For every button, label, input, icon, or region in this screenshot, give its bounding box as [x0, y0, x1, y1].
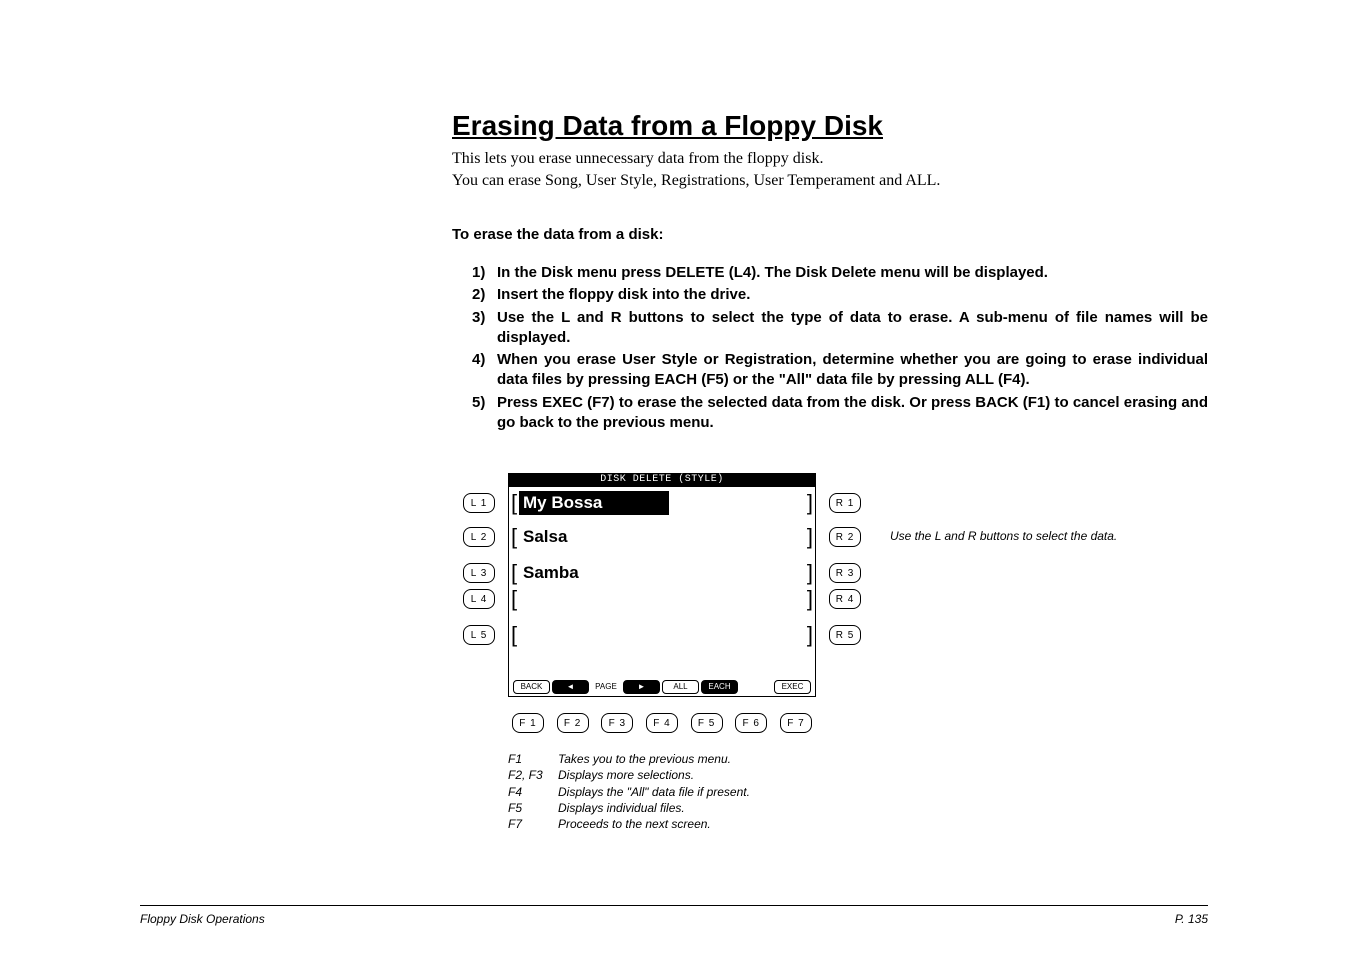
bracket-icon: ] — [807, 586, 813, 612]
list-item[interactable]: Samba — [523, 563, 579, 583]
legend-desc: Displays the "All" data file if present. — [558, 784, 750, 800]
intro-text: This lets you erase unnecessary data fro… — [452, 148, 1208, 191]
legend-key: F5 — [508, 800, 558, 816]
r1-button[interactable]: R 1 — [829, 493, 861, 513]
legend-key: F1 — [508, 751, 558, 767]
step-number: 4) — [472, 350, 497, 391]
f3-button[interactable]: F 3 — [601, 713, 633, 733]
step-text: Press EXEC (F7) to erase the selected da… — [497, 393, 1208, 434]
bracket-icon: ] — [807, 524, 813, 550]
legend-row: F2, F3 Displays more selections. — [508, 767, 862, 783]
page-footer: Floppy Disk Operations P. 135 — [140, 905, 1208, 926]
exec-soft-button[interactable]: EXEC — [774, 680, 811, 694]
f6-button[interactable]: F 6 — [735, 713, 767, 733]
bracket-icon: [ — [511, 586, 517, 612]
l5-button[interactable]: L 5 — [463, 625, 495, 645]
all-soft-button[interactable]: ALL — [662, 680, 699, 694]
step-text: Insert the floppy disk into the drive. — [497, 285, 1208, 305]
f7-button[interactable]: F 7 — [780, 713, 812, 733]
screen-body: L 1 [ My Bossa ] R 1 L 2 [ Salsa ] R 2 L… — [508, 487, 816, 677]
step-item: 1) In the Disk menu press DELETE (L4). T… — [472, 263, 1208, 283]
step-number: 1) — [472, 263, 497, 283]
screen-header: DISK DELETE (STYLE) — [508, 473, 816, 487]
page-title: Erasing Data from a Floppy Disk — [452, 110, 1208, 142]
f1-button[interactable]: F 1 — [512, 713, 544, 733]
l1-button[interactable]: L 1 — [463, 493, 495, 513]
step-item: 5) Press EXEC (F7) to erase the selected… — [472, 393, 1208, 434]
r2-button[interactable]: R 2 — [829, 527, 861, 547]
each-soft-button[interactable]: EACH — [701, 680, 738, 694]
bracket-icon: ] — [807, 490, 813, 516]
r4-button[interactable]: R 4 — [829, 589, 861, 609]
bracket-icon: [ — [511, 560, 517, 586]
screen-row: L 3 [ Samba ] R 3 — [509, 563, 815, 583]
f-legend: F1 Takes you to the previous menu. F2, F… — [508, 751, 862, 832]
step-text: In the Disk menu press DELETE (L4). The … — [497, 263, 1208, 283]
step-text: Use the L and R buttons to select the ty… — [497, 308, 1208, 349]
diagram-area: DISK DELETE (STYLE) L 1 [ My Bossa ] R 1… — [462, 473, 1208, 832]
list-item-selected[interactable]: My Bossa — [519, 491, 669, 515]
legend-desc: Displays more selections. — [558, 767, 694, 783]
page-prev-soft-button[interactable]: ◄ — [552, 680, 589, 694]
l3-button[interactable]: L 3 — [463, 563, 495, 583]
legend-desc: Proceeds to the next screen. — [558, 816, 711, 832]
legend-row: F7 Proceeds to the next screen. — [508, 816, 862, 832]
subheading: To erase the data from a disk: — [452, 226, 1208, 243]
screen-diagram: DISK DELETE (STYLE) L 1 [ My Bossa ] R 1… — [462, 473, 862, 832]
bracket-icon: [ — [511, 524, 517, 550]
f4-button[interactable]: F 4 — [646, 713, 678, 733]
step-item: 4) When you erase User Style or Registra… — [472, 350, 1208, 391]
step-number: 3) — [472, 308, 497, 349]
legend-key: F4 — [508, 784, 558, 800]
f2-button[interactable]: F 2 — [557, 713, 589, 733]
r3-button[interactable]: R 3 — [829, 563, 861, 583]
page-next-soft-button[interactable]: ► — [623, 680, 660, 694]
soft-button-row: BACK ◄ PAGE ► ALL EACH EXEC — [508, 677, 816, 697]
bracket-icon: ] — [807, 560, 813, 586]
step-text: When you erase User Style or Registratio… — [497, 350, 1208, 391]
step-list: 1) In the Disk menu press DELETE (L4). T… — [452, 263, 1208, 433]
step-number: 5) — [472, 393, 497, 434]
legend-row: F1 Takes you to the previous menu. — [508, 751, 862, 767]
bracket-icon: ] — [807, 622, 813, 648]
l2-button[interactable]: L 2 — [463, 527, 495, 547]
intro-line: This lets you erase unnecessary data fro… — [452, 148, 1208, 170]
legend-row: F4 Displays the "All" data file if prese… — [508, 784, 862, 800]
l4-button[interactable]: L 4 — [463, 589, 495, 609]
footer-right: P. 135 — [1175, 912, 1208, 926]
legend-desc: Takes you to the previous menu. — [558, 751, 731, 767]
f5-button[interactable]: F 5 — [691, 713, 723, 733]
step-item: 3) Use the L and R buttons to select the… — [472, 308, 1208, 349]
legend-row: F5 Displays individual files. — [508, 800, 862, 816]
page-label: PAGE — [591, 682, 621, 691]
list-item[interactable]: Salsa — [523, 527, 567, 547]
screen-row: L 1 [ My Bossa ] R 1 — [509, 491, 815, 515]
r5-button[interactable]: R 5 — [829, 625, 861, 645]
legend-desc: Displays individual files. — [558, 800, 685, 816]
intro-line: You can erase Song, User Style, Registra… — [452, 170, 1208, 192]
legend-key: F7 — [508, 816, 558, 832]
bracket-icon: [ — [511, 622, 517, 648]
bracket-icon: [ — [511, 490, 517, 516]
f-button-row: F 1 F 2 F 3 F 4 F 5 F 6 F 7 — [508, 713, 816, 733]
back-soft-button[interactable]: BACK — [513, 680, 550, 694]
step-item: 2) Insert the floppy disk into the drive… — [472, 285, 1208, 305]
legend-key: F2, F3 — [508, 767, 558, 783]
side-note: Use the L and R buttons to select the da… — [890, 529, 1117, 543]
step-number: 2) — [472, 285, 497, 305]
footer-left: Floppy Disk Operations — [140, 912, 265, 926]
screen-row: L 2 [ Salsa ] R 2 — [509, 527, 815, 547]
